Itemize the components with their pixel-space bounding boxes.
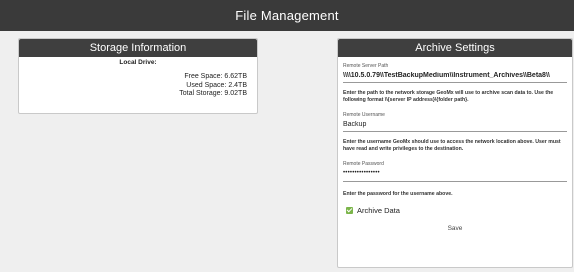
archive-data-checkbox[interactable] (346, 206, 353, 214)
username-hint: Enter the username GeoMx should use to a… (343, 139, 561, 152)
username-label: Remote Username (343, 112, 385, 118)
used-space-text: Used Space: 2.4TB (186, 81, 247, 89)
storage-panel-title: Storage Information (19, 39, 257, 57)
local-drive-label: Local Drive: (119, 59, 157, 66)
password-label: Remote Password (343, 161, 384, 167)
server-path-input[interactable]: \\\\10.5.0.79\\TestBackupMedium\\Instrum… (343, 72, 567, 83)
archive-data-label: Archive Data (357, 205, 400, 215)
password-hint: Enter the password for the username abov… (343, 191, 453, 197)
archive-panel-title: Archive Settings (338, 39, 572, 57)
app-header: File Management (0, 0, 574, 31)
free-space-text: Free Space: 6.62TB (184, 73, 247, 80)
password-input[interactable]: •••••••••••••••• (343, 170, 567, 182)
archive-data-row[interactable]: Archive Data (346, 206, 567, 215)
save-button[interactable]: Save (448, 225, 463, 232)
total-storage-text: Total Storage: 9.02TB (179, 90, 247, 97)
server-path-hint: Enter the path to the network storage Ge… (343, 90, 554, 103)
storage-information-panel: Storage Information Local Drive: Free Sp… (18, 38, 258, 114)
storage-stats: Free Space: 6.62TB Used Space: 2.4TB Tot… (19, 73, 257, 99)
archive-settings-panel: Archive Settings Remote Server Path \\\\… (337, 38, 573, 268)
page-title: File Management (235, 8, 339, 23)
server-path-label: Remote Server Path (343, 63, 389, 69)
username-input[interactable]: Backup (343, 121, 567, 132)
